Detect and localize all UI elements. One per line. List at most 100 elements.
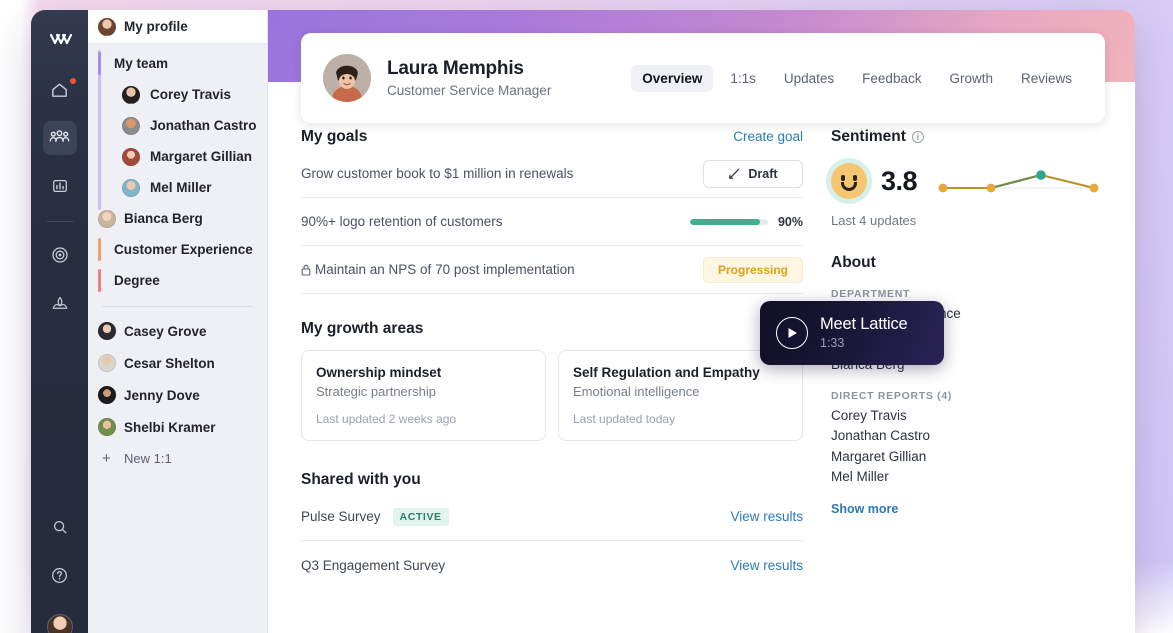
- sidebar-item-degree[interactable]: Degree: [88, 265, 267, 296]
- lattice-logo-icon[interactable]: [48, 32, 72, 53]
- rail-item-analytics[interactable]: [43, 169, 77, 203]
- growth-header: My growth areas: [301, 320, 803, 338]
- rail-divider: [47, 221, 73, 222]
- left-column: My goals Create goal Grow customer book …: [268, 128, 803, 633]
- sidebar-divider: [102, 306, 253, 307]
- profile-tabs: Overview 1:1s Updates Feedback Growth Re…: [631, 65, 1083, 92]
- sidebar-label-mel-miller: Mel Miller: [150, 180, 212, 195]
- goal-text-label: Maintain an NPS of 70 post implementatio…: [315, 262, 575, 277]
- show-more-link[interactable]: Show more: [831, 502, 898, 516]
- about-report-name: Margaret Gillian: [831, 447, 1115, 466]
- status-badge-progressing: Progressing: [703, 257, 803, 283]
- create-goal-link[interactable]: Create goal: [733, 129, 803, 144]
- goal-text: Grow customer book to $1 million in rene…: [301, 166, 703, 181]
- plus-icon: +: [102, 451, 116, 466]
- sidebar-item-shelbi-kramer[interactable]: Shelbi Kramer: [88, 411, 267, 443]
- sidebar-label-customer-experience: Customer Experience: [114, 242, 253, 257]
- sidebar-item-casey-grove[interactable]: Casey Grove: [88, 315, 267, 347]
- rail-item-people[interactable]: [43, 121, 77, 155]
- sidebar-label-jonathan-castro: Jonathan Castro: [150, 118, 257, 133]
- sentiment-subtitle: Last 4 updates: [831, 213, 1115, 228]
- sidebar-item-jenny-dove[interactable]: Jenny Dove: [88, 379, 267, 411]
- tab-updates[interactable]: Updates: [773, 65, 845, 92]
- rail-bottom-group: [31, 510, 88, 633]
- avatar-mel-miller: [122, 179, 140, 197]
- growth-card[interactable]: Ownership mindset Strategic partnership …: [301, 350, 546, 441]
- sentiment-header: Sentiment i: [831, 128, 1115, 146]
- app-window: My profile My team Corey Travis Jonathan…: [31, 10, 1135, 633]
- goal-text-locked: Maintain an NPS of 70 post implementatio…: [301, 262, 703, 277]
- growth-card-meta: Last updated today: [573, 412, 788, 426]
- sidebar-label-new-1-1: New 1:1: [124, 451, 172, 466]
- growth-card-subtitle: Strategic partnership: [316, 384, 531, 399]
- rail-item-goals[interactable]: [43, 238, 77, 272]
- sidebar-label-casey-grove: Casey Grove: [124, 324, 207, 339]
- sentiment-sparkline: [931, 158, 1106, 204]
- sidebar-item-cesar-shelton[interactable]: Cesar Shelton: [88, 347, 267, 379]
- status-badge-active: ACTIVE: [393, 508, 449, 526]
- tab-reviews[interactable]: Reviews: [1010, 65, 1083, 92]
- goal-progress: 90%: [690, 215, 803, 229]
- avatar-jenny-dove: [98, 386, 116, 404]
- meet-lattice-video-card[interactable]: Meet Lattice 1:33: [760, 301, 944, 365]
- rail-item-home[interactable]: [43, 73, 77, 107]
- sidebar-label-corey-travis: Corey Travis: [150, 87, 231, 102]
- avatar-my-profile: [98, 18, 116, 36]
- avatar-margaret-gillian: [122, 148, 140, 166]
- sentiment-row: 3.8: [831, 158, 1115, 204]
- info-icon[interactable]: i: [912, 131, 924, 143]
- growth-card-title: Ownership mindset: [316, 365, 531, 380]
- rail-item-growth[interactable]: [43, 286, 77, 320]
- goals-header: My goals Create goal: [301, 128, 803, 146]
- sidebar-item-my-profile[interactable]: My profile: [88, 10, 267, 44]
- video-duration: 1:33: [820, 336, 907, 350]
- help-icon[interactable]: [43, 558, 77, 592]
- right-column: Sentiment i 3.8: [803, 128, 1135, 633]
- sentiment-title: Sentiment: [831, 128, 906, 146]
- main-content: Laura Memphis Customer Service Manager O…: [268, 10, 1135, 633]
- view-results-link[interactable]: View results: [730, 509, 803, 524]
- sidebar-item-mel-miller[interactable]: Mel Miller: [88, 172, 267, 203]
- progress-percent: 90%: [778, 215, 803, 229]
- shared-title: Shared with you: [301, 471, 421, 489]
- tab-growth[interactable]: Growth: [938, 65, 1004, 92]
- avatar-shelbi-kramer: [98, 418, 116, 436]
- profile-job-title: Customer Service Manager: [387, 83, 551, 98]
- sidebar-item-margaret-gillian[interactable]: Margaret Gillian: [88, 141, 267, 172]
- sidebar-label-bianca-berg: Bianca Berg: [124, 211, 203, 226]
- nav-sidebar: My profile My team Corey Travis Jonathan…: [88, 10, 268, 633]
- goal-row[interactable]: Maintain an NPS of 70 post implementatio…: [301, 246, 803, 294]
- profile-header-card: Laura Memphis Customer Service Manager O…: [301, 33, 1105, 123]
- icon-rail: [31, 10, 88, 633]
- sidebar-item-jonathan-castro[interactable]: Jonathan Castro: [88, 110, 267, 141]
- sentiment-score: 3.8: [881, 166, 917, 197]
- sidebar-item-customer-experience[interactable]: Customer Experience: [88, 234, 267, 265]
- about-department-label: DEPARTMENT: [831, 288, 1115, 300]
- goal-row[interactable]: 90%+ logo retention of customers 90%: [301, 198, 803, 246]
- progress-bar: [690, 219, 768, 225]
- sidebar-item-bianca-berg[interactable]: Bianca Berg: [88, 203, 267, 234]
- goal-text: 90%+ logo retention of customers: [301, 214, 690, 229]
- happy-face-icon: [831, 163, 867, 199]
- sidebar-label-degree: Degree: [114, 273, 160, 288]
- avatar-bianca-berg: [98, 210, 116, 228]
- user-avatar[interactable]: [47, 614, 73, 633]
- growth-title: My growth areas: [301, 320, 423, 338]
- sidebar-item-corey-travis[interactable]: Corey Travis: [88, 79, 267, 110]
- avatar-jonathan-castro: [122, 117, 140, 135]
- my-team-indicator: [98, 52, 101, 75]
- avatar-laura-memphis: [323, 54, 371, 102]
- view-results-link[interactable]: View results: [730, 558, 803, 573]
- goal-draft-button[interactable]: Draft: [703, 160, 803, 188]
- content-columns: My goals Create goal Grow customer book …: [268, 128, 1135, 633]
- search-icon[interactable]: [43, 510, 77, 544]
- tab-overview[interactable]: Overview: [631, 65, 713, 92]
- tab-1-1s[interactable]: 1:1s: [719, 65, 767, 92]
- sidebar-item-new-1-1[interactable]: + New 1:1: [88, 443, 267, 473]
- sidebar-label-margaret-gillian: Margaret Gillian: [150, 149, 252, 164]
- growth-card-title: Self Regulation and Empathy: [573, 365, 788, 380]
- play-icon[interactable]: [776, 317, 808, 349]
- goal-row[interactable]: Grow customer book to $1 million in rene…: [301, 150, 803, 198]
- tab-feedback[interactable]: Feedback: [851, 65, 932, 92]
- sidebar-item-my-team[interactable]: My team: [88, 48, 267, 79]
